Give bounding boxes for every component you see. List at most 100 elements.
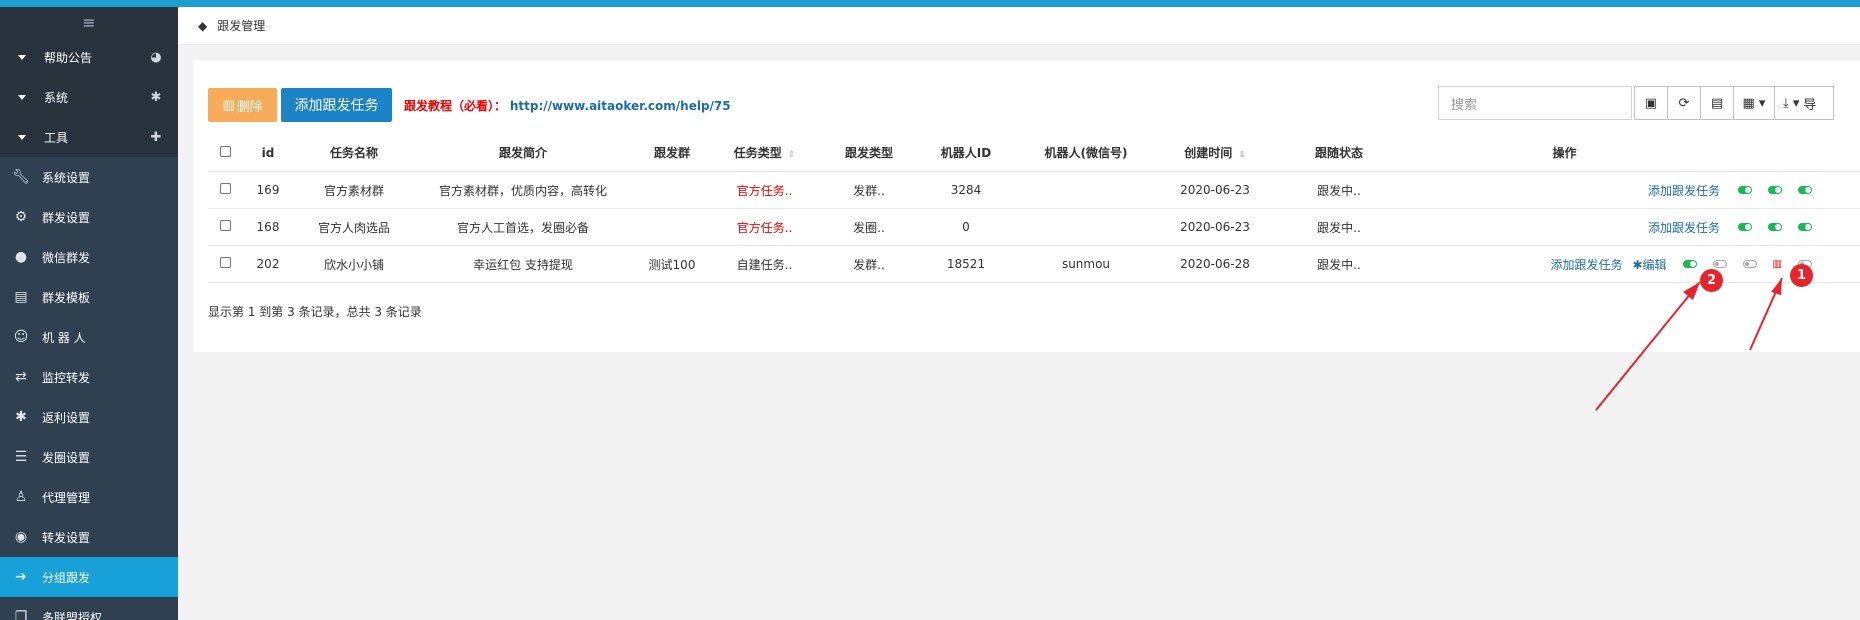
sidebar-item-alliance-auth[interactable]: ❐ 多联盟授权 xyxy=(0,597,178,620)
sidebar-item-wechat-mass[interactable]: ● 微信群发 xyxy=(0,237,178,277)
cell-robot-id: 0 xyxy=(962,220,970,234)
row-checkbox[interactable] xyxy=(219,257,231,268)
list-icon: ▤ xyxy=(1710,95,1724,111)
columns-dropdown-button[interactable]: ▦ ▾ xyxy=(1733,86,1775,120)
annotation-badge-1: 1 xyxy=(1790,264,1813,287)
delete-button-label: 删除 xyxy=(236,99,263,115)
sidebar-item-forward-settings[interactable]: ◉ 转发设置 xyxy=(0,517,178,557)
toggle-off-icon[interactable] xyxy=(1712,260,1727,268)
column-header-label: 操作 xyxy=(1552,146,1577,160)
column-header[interactable]: 操作 xyxy=(1409,144,1860,161)
annotation-badge-2: 2 xyxy=(1700,269,1723,292)
cell-name: 官方人肉选品 xyxy=(317,220,390,235)
row-checkbox[interactable] xyxy=(219,220,231,231)
sidebar-item-moments-settings[interactable]: ☰ 发圈设置 xyxy=(0,437,178,477)
delete-button[interactable]: ▥ 删除 xyxy=(208,88,277,122)
download-icon: ⤓ ▾ xyxy=(1783,95,1800,111)
cell-intro: 官方人工首选，发圈必备 xyxy=(456,220,589,235)
toggle-on-icon[interactable] xyxy=(1682,260,1697,268)
sidebar-group-label: 工具 xyxy=(44,130,69,145)
trash-icon: ▥ xyxy=(222,97,235,113)
cog-icon: ✱ xyxy=(1632,257,1643,272)
breadcrumb-label[interactable]: 跟发管理 xyxy=(217,17,265,34)
sidebar-item-label: 转发设置 xyxy=(42,530,91,545)
caret-down-icon xyxy=(18,134,26,140)
toggle-on-icon[interactable] xyxy=(1798,186,1812,194)
sidebar-item-group-follow[interactable]: ➔ 分组跟发 xyxy=(0,557,178,597)
column-header[interactable]: 机器人ID xyxy=(921,144,1011,161)
sidebar: ≡ 帮助公告 ◕ 系统 ✱ 工具 ✚ 🔧︎ 系统设置 ⚙ 群发设置 ● 微信群发… xyxy=(0,7,178,620)
caret-down-icon xyxy=(18,54,26,60)
add-task-button[interactable]: 添加跟发任务 xyxy=(281,88,392,122)
refresh-button[interactable]: ⟳ xyxy=(1667,86,1701,120)
sidebar-item-system-settings[interactable]: 🔧︎ 系统设置 xyxy=(0,157,178,197)
tag-icon: ◆ xyxy=(198,18,208,33)
table-row: 169 官方素材群 官方素材群，优质内容，高转化 官方任务.. 发群.. 328… xyxy=(208,172,1860,209)
sidebar-group-system[interactable]: 系统 ✱ xyxy=(0,77,178,117)
column-header[interactable]: 机器人(微信号) xyxy=(1011,144,1161,161)
dashboard-icon: ◕ xyxy=(150,49,162,65)
toggle-on-icon[interactable] xyxy=(1738,223,1752,231)
cell-id: 169 xyxy=(256,183,280,197)
cell-follow-type: 发圈.. xyxy=(853,220,885,235)
table-row: 168 官方人肉选品 官方人工首选，发圈必备 官方任务.. 发圈.. 0 202… xyxy=(208,209,1860,246)
add-follow-task-link[interactable]: 添加跟发任务 xyxy=(1648,182,1720,199)
column-header[interactable]: 跟随状态 xyxy=(1269,144,1409,161)
edit-label: 编辑 xyxy=(1642,257,1667,272)
edit-link[interactable]: ✱编辑 xyxy=(1632,256,1666,273)
column-header[interactable]: 任务名称 xyxy=(294,144,414,161)
sidebar-item-rebate-settings[interactable]: ✱ 返利设置 xyxy=(0,397,178,437)
column-header[interactable]: id xyxy=(242,146,294,160)
grid-icon: ▦ ▾ xyxy=(1742,95,1766,111)
sidebar-item-label: 代理管理 xyxy=(42,490,91,505)
sort-icon: ⇕ xyxy=(1238,150,1246,160)
pagination-summary: 显示第 1 到第 3 条记录，总共 3 条记录 xyxy=(208,305,422,319)
toggle-view-button[interactable]: ▤ xyxy=(1700,86,1734,120)
cell-actions: 添加跟发任务 xyxy=(1409,182,1860,199)
breadcrumb: ◆ 跟发管理 xyxy=(178,7,1860,45)
toggle-on-icon[interactable] xyxy=(1768,186,1782,194)
sidebar-item-agent-management[interactable]: ♙ 代理管理 xyxy=(0,477,178,517)
column-header[interactable]: 跟发类型 xyxy=(817,144,921,161)
tutorial-notice: 跟发教程（必看）： http://www.aitaoker.com/help/7… xyxy=(404,97,731,114)
search-input[interactable]: 搜索 xyxy=(1438,86,1632,120)
delete-icon[interactable]: ▥ xyxy=(1773,259,1782,270)
pagination-icon: ▣ xyxy=(1644,95,1658,111)
sort-icon: ⇕ xyxy=(787,150,796,160)
arrow-right-icon: ➔ xyxy=(15,569,27,585)
sidebar-group-label: 系统 xyxy=(44,90,69,105)
sidebar-group-help[interactable]: 帮助公告 ◕ xyxy=(0,37,178,77)
toggle-off-icon[interactable] xyxy=(1742,260,1757,268)
add-follow-task-link[interactable]: 添加跟发任务 xyxy=(1550,256,1622,273)
tutorial-link[interactable]: http://www.aitaoker.com/help/75 xyxy=(510,99,731,113)
caret-down-icon xyxy=(18,94,26,100)
select-all-checkbox[interactable] xyxy=(219,145,231,157)
column-header-sortable[interactable]: 任务类型 ⇕ xyxy=(712,144,817,161)
toggle-on-icon[interactable] xyxy=(1768,223,1782,231)
sidebar-item-label: 分组跟发 xyxy=(42,570,91,585)
export-dropdown-button[interactable]: ⤓ ▾ 导 xyxy=(1774,86,1834,120)
android-icon: ✚ xyxy=(150,129,162,145)
sidebar-group-tools[interactable]: 工具 ✚ xyxy=(0,117,178,157)
sidebar-item-label: 群发设置 xyxy=(42,210,91,225)
column-header[interactable]: 跟发群 xyxy=(632,144,712,161)
top-accent-bar xyxy=(0,0,1860,7)
sidebar-item-robot[interactable]: ☺ 机 器 人 xyxy=(0,317,178,357)
table-header: id 任务名称 跟发简介 跟发群 任务类型 ⇕ 跟发类型 机器人ID 机器人(微信… xyxy=(208,134,1860,172)
toolbar: ▥ 删除 添加跟发任务 跟发教程（必看）： http://www.aitaoke… xyxy=(208,88,731,122)
cell-name: 欣水小小铺 xyxy=(323,257,384,272)
add-follow-task-link[interactable]: 添加跟发任务 xyxy=(1648,219,1720,236)
toggle-pagination-button[interactable]: ▣ xyxy=(1634,86,1668,120)
sidebar-item-mass-settings[interactable]: ⚙ 群发设置 xyxy=(0,197,178,237)
hamburger-icon[interactable]: ≡ xyxy=(0,7,178,37)
sidebar-item-label: 系统设置 xyxy=(42,170,91,185)
column-header-sortable[interactable]: 创建时间 ⇕ xyxy=(1161,144,1269,161)
toggle-on-icon[interactable] xyxy=(1798,223,1812,231)
row-checkbox[interactable] xyxy=(219,183,231,194)
wechat-icon: ● xyxy=(14,249,28,265)
table-tools: ▣ ⟳ ▤ ▦ ▾ ⤓ ▾ 导 xyxy=(1634,86,1834,120)
column-header[interactable]: 跟发简介 xyxy=(414,144,632,161)
sidebar-item-monitor-forward[interactable]: ⇄ 监控转发 xyxy=(0,357,178,397)
sidebar-item-mass-template[interactable]: ▤ 群发模板 xyxy=(0,277,178,317)
toggle-on-icon[interactable] xyxy=(1738,186,1752,194)
